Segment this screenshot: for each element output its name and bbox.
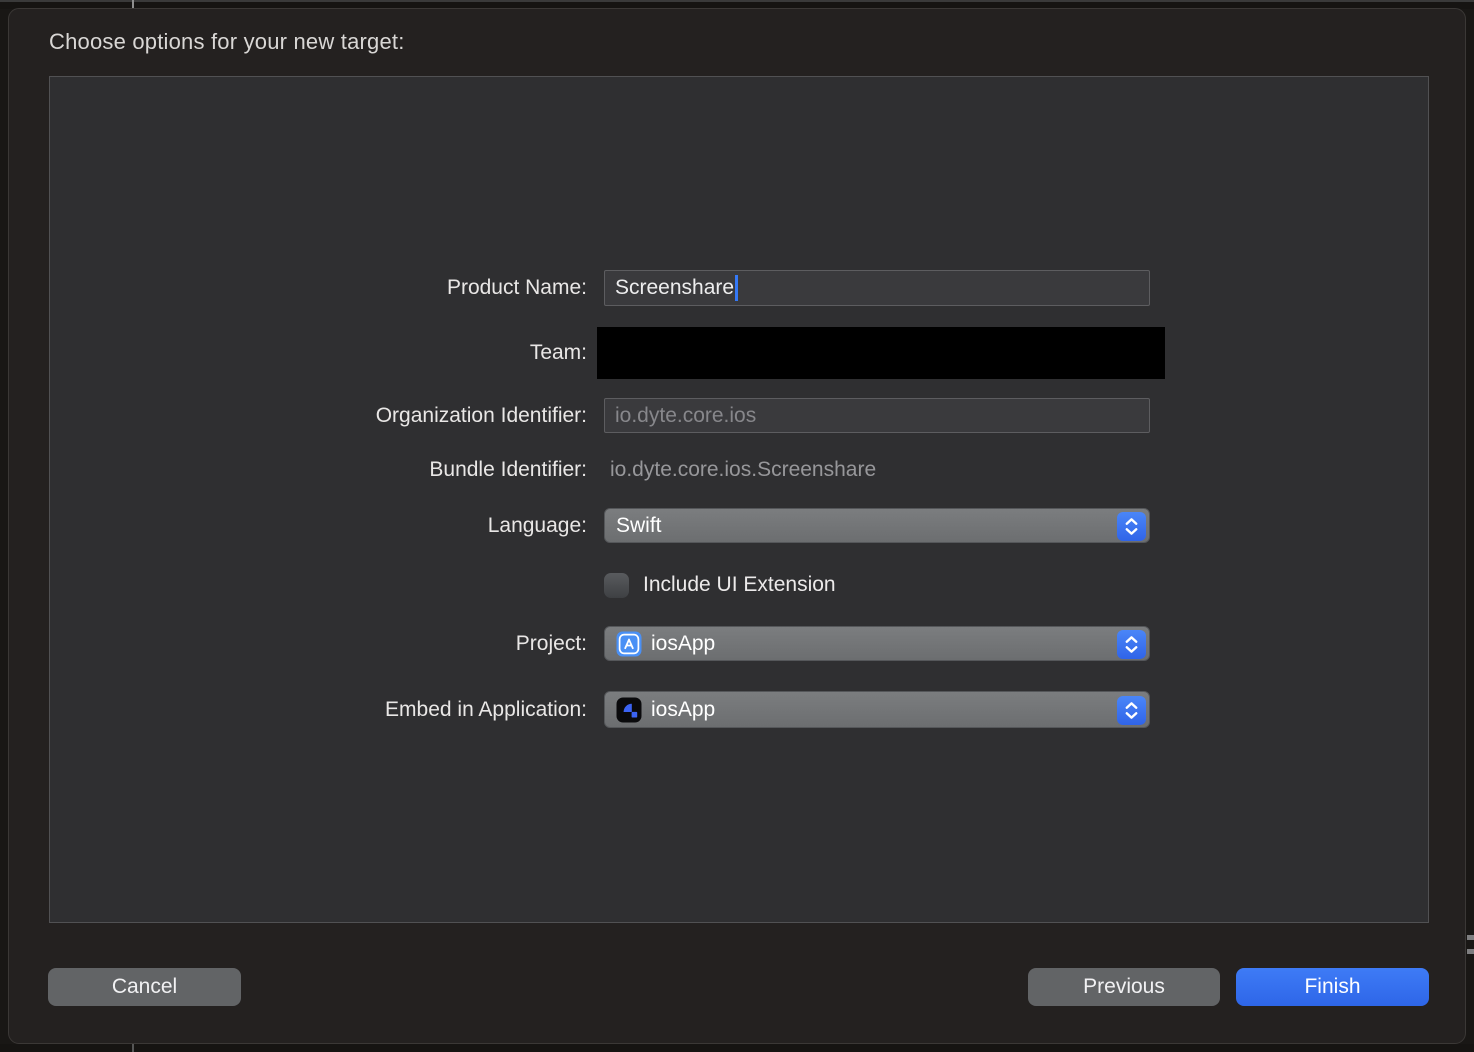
checkbox-unchecked-icon[interactable]	[604, 573, 629, 598]
product-name-value: Screenshare	[615, 276, 734, 300]
background-window-divider	[132, 1044, 134, 1052]
organization-identifier-label: Organization Identifier:	[50, 404, 587, 428]
dyte-app-icon	[616, 697, 642, 723]
text-insertion-caret-icon	[735, 275, 738, 301]
finish-button[interactable]: Finish	[1236, 968, 1429, 1006]
language-dropdown[interactable]: Swift	[604, 508, 1150, 543]
embed-in-application-label: Embed in Application:	[50, 698, 587, 722]
embed-in-application-dropdown[interactable]: iosApp	[604, 691, 1150, 728]
chevron-up-down-icon	[1117, 512, 1146, 541]
project-label: Project:	[50, 632, 587, 656]
project-row: Project: iosApp	[50, 626, 1428, 661]
embed-selected-value: iosApp	[651, 698, 715, 722]
organization-identifier-input[interactable]: io.dyte.core.ios	[604, 398, 1150, 433]
previous-button[interactable]: Previous	[1028, 968, 1220, 1006]
product-name-label: Product Name:	[50, 276, 587, 300]
project-dropdown[interactable]: iosApp	[604, 626, 1150, 661]
app-store-project-icon	[616, 631, 642, 657]
bundle-identifier-row: Bundle Identifier: io.dyte.core.ios.Scre…	[50, 455, 1428, 485]
team-dropdown-redacted[interactable]	[597, 327, 1165, 379]
product-name-input[interactable]: Screenshare	[604, 270, 1150, 306]
cancel-button[interactable]: Cancel	[48, 968, 241, 1006]
new-target-options-dialog: Choose options for your new target: Prod…	[8, 8, 1466, 1044]
product-name-row: Product Name: Screenshare	[50, 270, 1428, 306]
embed-in-application-row: Embed in Application: iosApp	[50, 691, 1428, 728]
include-ui-extension-label: Include UI Extension	[643, 573, 836, 597]
background-window-bottom-edge	[0, 1044, 1474, 1052]
chevron-up-down-icon	[1117, 696, 1146, 725]
team-label: Team:	[50, 341, 587, 365]
options-panel: Product Name: Screenshare Team: Organiza…	[49, 76, 1429, 923]
background-window-scrollbar-marks	[1467, 935, 1474, 995]
project-selected-value: iosApp	[651, 632, 715, 656]
organization-identifier-placeholder: io.dyte.core.ios	[615, 404, 756, 428]
dialog-title: Choose options for your new target:	[49, 29, 405, 55]
include-ui-extension-row: Include UI Extension	[50, 571, 1428, 599]
team-row: Team:	[50, 327, 1428, 379]
bundle-identifier-label: Bundle Identifier:	[50, 458, 587, 482]
chevron-up-down-icon	[1117, 630, 1146, 659]
language-row: Language: Swift	[50, 508, 1428, 543]
organization-identifier-row: Organization Identifier: io.dyte.core.io…	[50, 398, 1428, 433]
language-label: Language:	[50, 514, 587, 538]
bundle-identifier-value: io.dyte.core.ios.Screenshare	[604, 458, 876, 482]
language-selected-value: Swift	[616, 514, 662, 538]
